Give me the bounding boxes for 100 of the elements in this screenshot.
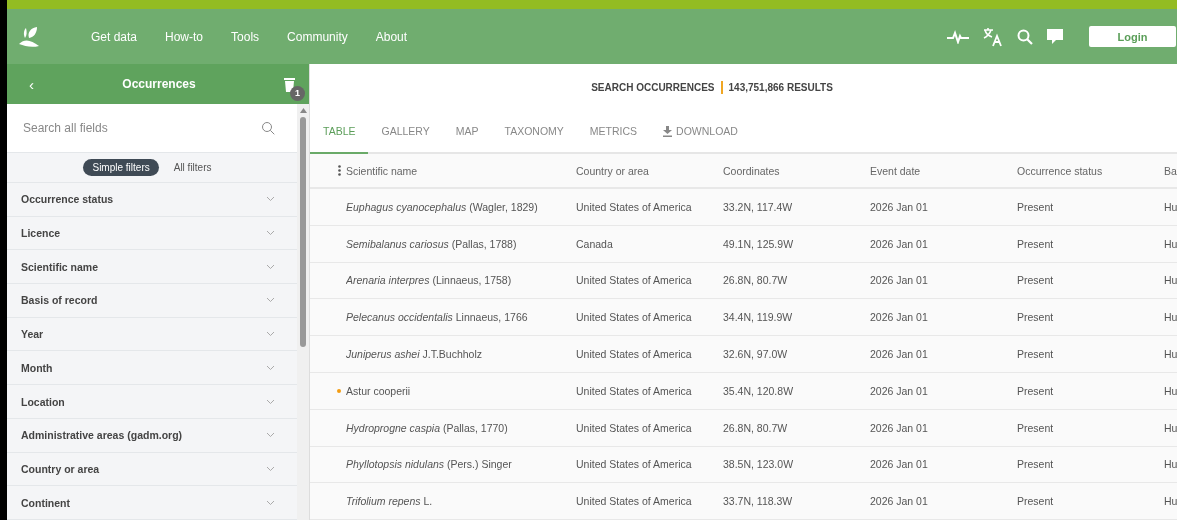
chevron-icon [266,398,275,405]
table-cell-text: United States of America [576,384,693,397]
table-cell: Hu [1164,200,1177,213]
table-cell-text: 33.7N, 118.3W [723,495,794,508]
chevron-icon [266,263,275,270]
scrollbar-thumb[interactable] [300,117,306,347]
table-row[interactable]: Trifolium repens L. United States of America 33.7N, 118.3W 2026 Jan 01 Present Hu [310,483,1177,520]
table-cell-text: 33.2N, 117.4W [723,200,794,213]
table-cell-text: 2026 Jan 01 [870,311,929,324]
table-cell-text: 2026 Jan 01 [870,421,929,434]
table-cell-text: 2026 Jan 01 [870,200,929,213]
table-cell-text: Present [1017,200,1055,213]
table-cell-text: Present [1017,495,1055,508]
table-cell-text: United States of America [576,348,693,361]
search-title: SEARCH OCCURRENCES [591,81,715,93]
column-header[interactable]: Coordinates [723,164,870,177]
table-cell-text: United States of America [576,200,693,213]
chevron-icon [266,331,275,338]
pulse-icon[interactable] [947,29,969,44]
trash-icon[interactable] [284,76,295,92]
table-cell: Hu [1164,495,1177,508]
more-icon[interactable] [338,165,341,176]
table-cell-text: 2026 Jan 01 [870,458,929,471]
table-cell: Hu [1164,311,1177,324]
table-cell-text: Astur cooperii [346,384,412,397]
table-cell-text: Present [1017,274,1055,287]
table-cell-text: 32.6N, 97.0W [723,348,789,361]
table-cell-text: Semibalanus cariosus (Pallas, 1788) [346,237,518,250]
scroll-up-icon[interactable] [299,108,307,113]
table-cell: Hu [1164,384,1177,397]
sidebar-title: Occurrences [121,77,197,91]
table-cell: Hu [1164,274,1177,287]
table-cell-text: 2026 Jan 01 [870,274,929,287]
table-cell: Hu [1164,421,1177,434]
table-row[interactable]: Pelecanus occidentalis Linnaeus, 1766 United States of America 34.4N, 119.9W 2026 Jan 01 Present Hu [310,299,1177,337]
table-cell-text: Juniperus ashei J.T.Buchholz [346,348,483,361]
chevron-icon [266,196,275,203]
table-cell-text: Present [1017,421,1055,434]
table-cell-text: United States of America [576,495,693,508]
table-cell-text: Present [1017,311,1055,324]
filter-mode-toggle[interactable]: All filters [164,159,221,177]
chevron-icon [266,499,275,506]
table-row[interactable]: Euphagus cyanocephalus (Wagler, 1829) United States of America 33.2N, 117.4W 2026 Jan 01 Present Hu [310,189,1177,226]
table-row[interactable]: Phyllotopsis nidulans (Pers.) Singer United States of America 38.5N, 123.0W 2026 Jan 01 Present Hu [310,446,1177,484]
table-cell-text: 26.8N, 80.7W [723,274,789,287]
column-header[interactable]: Ba [1164,164,1177,177]
table-cell-text: Present [1017,237,1055,250]
table-cell-text: 38.5N, 123.0W [723,458,795,471]
table-cell-text: Pelecanus occidentalis Linnaeus, 1766 [346,311,529,324]
table-cell-text: 49.1N, 125.9W [723,237,795,250]
table-cell-text: 2026 Jan 01 [870,348,929,361]
table-row[interactable]: Astur cooperii United States of America 35.4N, 120.8W 2026 Jan 01 Present Hu [310,373,1177,410]
table-cell-text: United States of America [576,274,693,287]
table-cell-text: Present [1017,384,1055,397]
table-cell-text: 34.4N, 119.9W [723,311,794,324]
table-cell-text: Hydroprogne caspia (Pallas, 1770) [346,421,509,434]
download-icon [663,125,673,137]
view-tab[interactable]: METRICS [576,110,651,154]
table-cell-text: United States of America [576,311,693,324]
table-row[interactable]: Semibalanus cariosus (Pallas, 1788) Canada 49.1N, 125.9W 2026 Jan 01 Present Hu [310,225,1177,263]
table-row[interactable]: Juniperus ashei J.T.Buchholz United States of America 32.6N, 97.0W 2026 Jan 01 Present Hu [310,336,1177,373]
table-row[interactable]: Hydroprogne caspia (Pallas, 1770) United States of America 26.8N, 80.7W 2026 Jan 01 Present Hu [310,409,1177,447]
column-header[interactable]: Event date [870,164,1017,177]
search-field[interactable]: Search all fields [7,104,297,154]
chat-icon[interactable] [1047,29,1063,44]
table-cell-text: Present [1017,348,1055,361]
results-count: 143,751,866 RESULTS [728,81,833,93]
table-cell: Hu [1164,458,1177,471]
table-row[interactable]: Arenaria interpres (Linnaeus, 1758) United States of America 26.8N, 80.7W 2026 Jan 01 Present Hu [310,262,1177,300]
view-tab[interactable]: TAXONOMY [491,110,577,154]
table-cell-text: Phyllotopsis nidulans (Pers.) Singer [346,458,513,471]
view-tab[interactable]: DOWNLOAD [650,110,751,154]
table-cell-text: Canada [576,237,614,250]
table-cell-text: Arenaria interpres (Linnaeus, 1758) [346,274,513,287]
search-icon[interactable] [261,121,275,136]
scrollbar[interactable] [297,104,309,520]
table-cell-text: 26.8N, 80.7W [723,421,789,434]
view-tab[interactable]: MAP [442,110,492,154]
column-header[interactable]: Scientific name [346,164,576,177]
column-header[interactable]: Country or area [576,164,723,177]
table-cell-text: United States of America [576,421,693,434]
table-cell: Hu [1164,348,1177,361]
search-icon[interactable] [1017,28,1033,45]
table-cell-text: 35.4N, 120.8W [723,384,795,397]
chevron-icon [266,297,275,304]
table-cell-text: Trifolium repens L. [346,495,434,508]
chevron-icon [266,466,275,472]
chevron-icon [266,364,275,371]
filter-mode-toggle[interactable]: Simple filters [83,159,159,177]
chevron-icon [266,432,275,439]
view-tab[interactable]: GALLERY [368,110,443,154]
count-badge: 1 [290,85,305,101]
column-header[interactable]: Occurrence status [1017,164,1164,177]
table-cell-text: United States of America [576,458,693,471]
search-input[interactable]: Search all fields [21,120,261,137]
table-cell: Hu [1164,237,1177,250]
translate-icon[interactable] [983,26,1003,47]
table-cell-text: Euphagus cyanocephalus (Wagler, 1829) [346,200,539,213]
chevron-icon [266,229,275,236]
table-cell-text: 2026 Jan 01 [870,495,929,508]
